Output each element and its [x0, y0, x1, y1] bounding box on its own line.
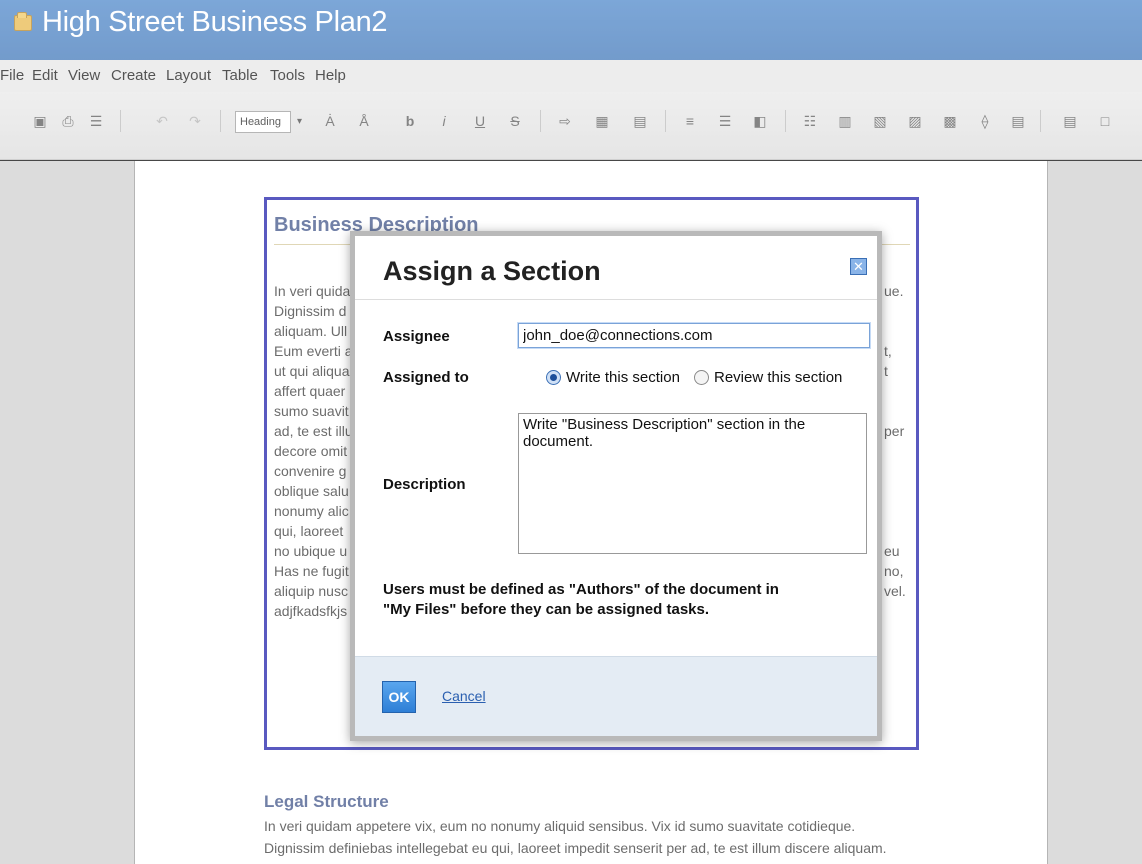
- write-section-label[interactable]: Write this section: [566, 369, 680, 386]
- assignee-input[interactable]: [518, 323, 870, 348]
- note-line: Users must be defined as "Authors" of th…: [383, 581, 779, 598]
- dialog-footer: [355, 656, 877, 736]
- cancel-link[interactable]: Cancel: [442, 688, 486, 704]
- dialog-title: Assign a Section: [383, 256, 601, 286]
- note-line: "My Files" before they can be assigned t…: [383, 601, 710, 618]
- description-label: Description: [383, 476, 466, 493]
- description-textarea[interactable]: Write "Business Description" section in …: [518, 413, 867, 554]
- review-section-radio[interactable]: [694, 370, 709, 385]
- dialog-divider: [355, 299, 877, 300]
- write-section-radio[interactable]: [546, 370, 561, 385]
- close-icon[interactable]: ✕: [850, 258, 867, 275]
- assigned-to-label: Assigned to: [383, 369, 469, 386]
- ok-button[interactable]: OK: [382, 681, 416, 713]
- assign-section-dialog: Assign a Section ✕ Assignee Assigned to …: [350, 231, 882, 741]
- authors-note: Users must be defined as "Authors" of th…: [383, 580, 779, 620]
- review-section-label[interactable]: Review this section: [714, 369, 842, 386]
- assignee-label: Assignee: [383, 328, 450, 345]
